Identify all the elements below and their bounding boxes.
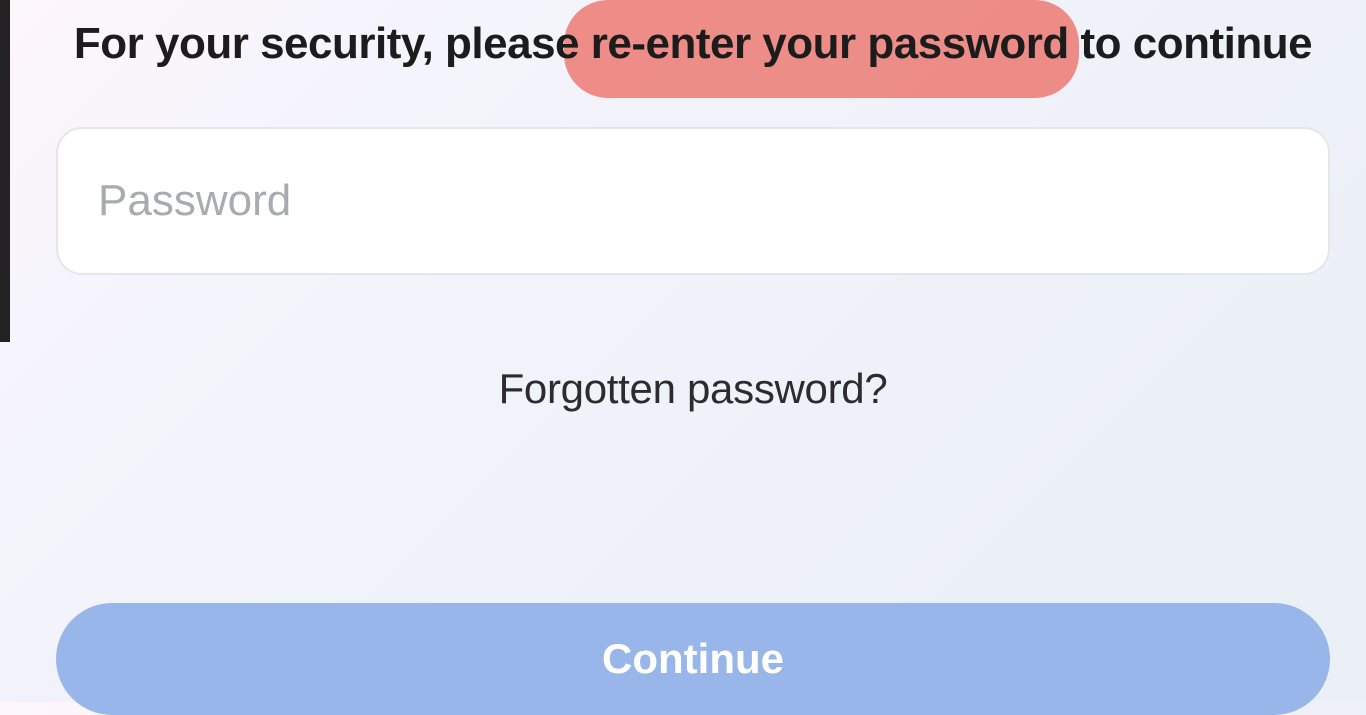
forgotten-password-link[interactable]: Forgotten password? [499, 365, 888, 412]
heading-wrap: For your security, please re-enter your … [56, 18, 1330, 71]
continue-button[interactable]: Continue [56, 603, 1330, 715]
forgot-wrap: Forgotten password? [56, 365, 1330, 413]
security-heading: For your security, please re-enter your … [56, 18, 1330, 71]
password-input[interactable] [56, 127, 1330, 275]
auth-panel: For your security, please re-enter your … [56, 0, 1330, 715]
window-edge [0, 0, 10, 342]
